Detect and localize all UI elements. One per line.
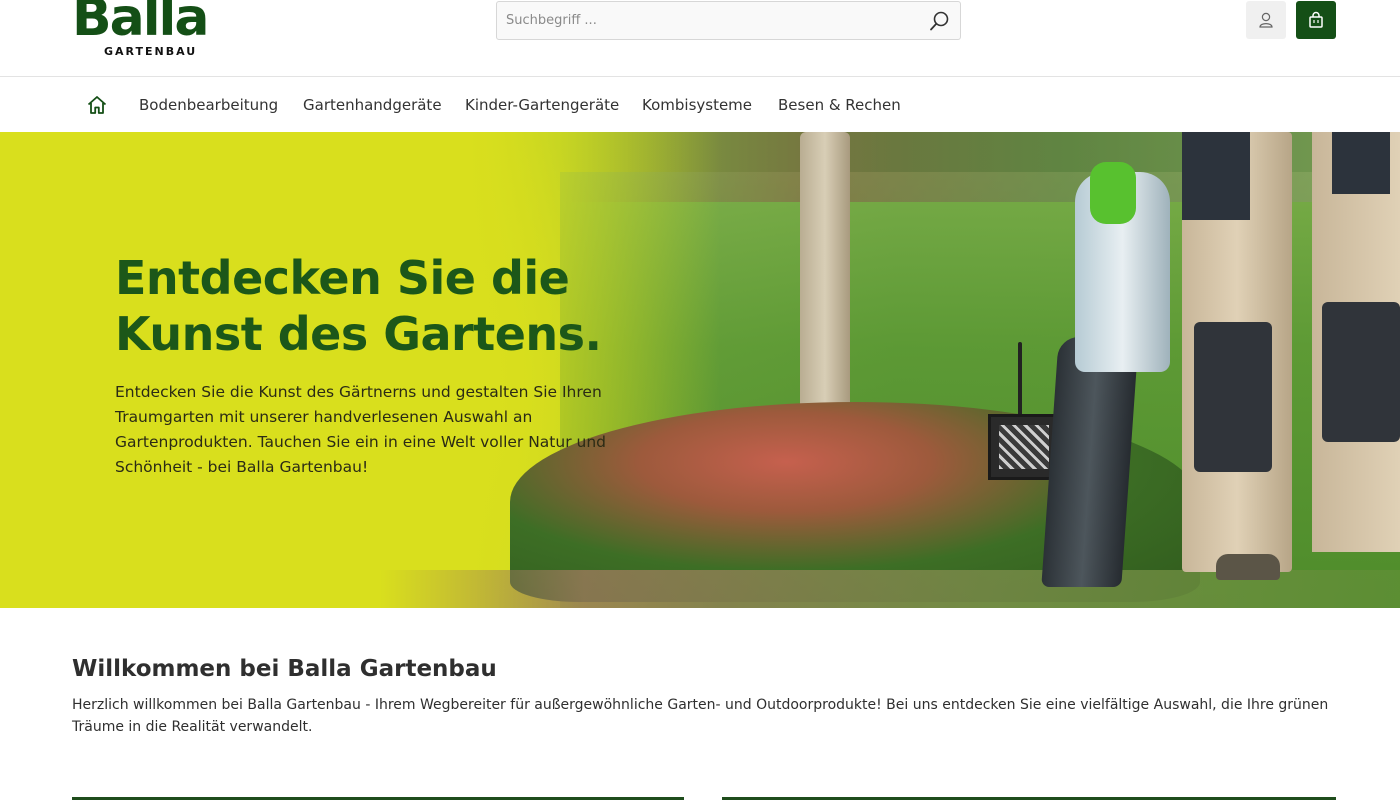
search-icon — [930, 11, 949, 31]
hero-text: Entdecken Sie die Kunst des Gärtnerns un… — [115, 383, 606, 476]
nav-item-bodenbearbeitung[interactable]: Bodenbearbeitung — [139, 96, 278, 114]
user-icon — [1259, 12, 1273, 28]
main-navigation: Bodenbearbeitung Gartenhandgeräte Kinder… — [0, 77, 1400, 132]
hero-glove — [1090, 162, 1136, 224]
search-button[interactable] — [928, 9, 952, 33]
nav-item-kombisysteme[interactable]: Kombisysteme — [642, 96, 752, 114]
logo-subtitle: GARTENBAU — [104, 45, 198, 58]
welcome-text: Herzlich willkommen bei Balla Gartenbau … — [72, 697, 1329, 735]
search-bar — [496, 1, 961, 40]
hero-title-line-1: Entdecken Sie die — [115, 251, 570, 305]
hero-banner[interactable]: Entdecken Sie die Kunst des Gartens. Ent… — [0, 132, 1400, 608]
hero-gardener-legs — [1182, 132, 1400, 592]
logo-word: Balla — [72, 0, 209, 48]
nav-item-besen-rechen[interactable]: Besen & Rechen — [778, 96, 901, 114]
nav-home[interactable] — [86, 94, 108, 116]
home-icon — [87, 96, 107, 114]
account-button[interactable] — [1246, 1, 1286, 39]
cart-button[interactable] — [1296, 1, 1336, 39]
hero-tree-trunk — [800, 132, 850, 447]
nav-item-gartenhandgeraete[interactable]: Gartenhandgeräte — [303, 96, 442, 114]
hero-boot — [1216, 554, 1280, 580]
search-input[interactable] — [497, 2, 917, 39]
logo[interactable]: Balla GARTENBAU — [72, 0, 232, 60]
shopping-bag-icon — [1309, 11, 1323, 28]
site-header: Balla GARTENBAU — [0, 0, 1400, 77]
hero-title: Entdecken Sie die Kunst des Gartens. — [115, 250, 675, 362]
hero-title-line-2: Kunst des Gartens. — [115, 307, 602, 361]
nav-item-kinder-gartengeraete[interactable]: Kinder-Gartengeräte — [465, 96, 619, 114]
welcome-heading: Willkommen bei Balla Gartenbau — [72, 656, 497, 682]
